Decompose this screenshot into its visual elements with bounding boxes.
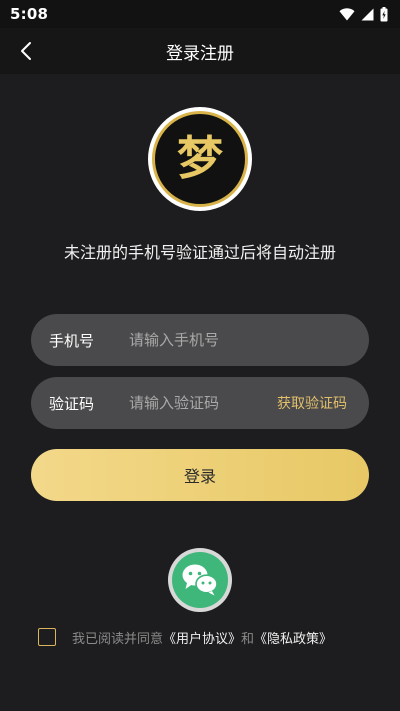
wechat-badge xyxy=(172,552,228,608)
code-field: 验证码 获取验证码 xyxy=(31,377,369,429)
status-icons xyxy=(339,6,388,22)
status-bar: 5:08 xyxy=(0,0,400,28)
user-agreement-link[interactable]: 《用户协议》 xyxy=(163,628,241,647)
back-button[interactable] xyxy=(10,35,42,67)
wechat-login-button[interactable] xyxy=(168,548,232,612)
app-bar: 登录注册 xyxy=(0,28,400,74)
logo-emblem: 梦 xyxy=(152,111,248,207)
chevron-left-icon xyxy=(21,42,31,60)
login-button[interactable]: 登录 xyxy=(31,449,369,501)
phone-field: 手机号 xyxy=(31,314,369,366)
app-logo: 梦 xyxy=(148,107,252,211)
wifi-icon xyxy=(339,7,355,20)
agreement-row: 我已阅读并同意 《用户协议》 和 《隐私政策》 xyxy=(38,626,332,648)
cellular-signal-icon xyxy=(361,8,374,20)
code-label: 验证码 xyxy=(49,394,95,413)
privacy-policy-link[interactable]: 《隐私政策》 xyxy=(254,628,332,647)
agreement-text: 我已阅读并同意 xyxy=(72,631,164,647)
page-title: 登录注册 xyxy=(166,43,234,64)
wechat-icon xyxy=(182,564,218,596)
agreement-checkbox[interactable] xyxy=(38,628,56,646)
phone-input[interactable] xyxy=(129,331,369,349)
phone-label: 手机号 xyxy=(49,331,95,350)
status-time: 5:08 xyxy=(10,5,49,23)
verification-code-input[interactable] xyxy=(129,394,277,412)
agreement-conjunction: 和 xyxy=(241,631,255,647)
get-code-button[interactable]: 获取验证码 xyxy=(277,393,369,413)
svg-text:梦: 梦 xyxy=(177,131,223,185)
register-hint: 未注册的手机号验证通过后将自动注册 xyxy=(63,243,336,262)
battery-icon xyxy=(380,6,388,21)
dream-logo-icon: 梦 xyxy=(177,131,223,185)
